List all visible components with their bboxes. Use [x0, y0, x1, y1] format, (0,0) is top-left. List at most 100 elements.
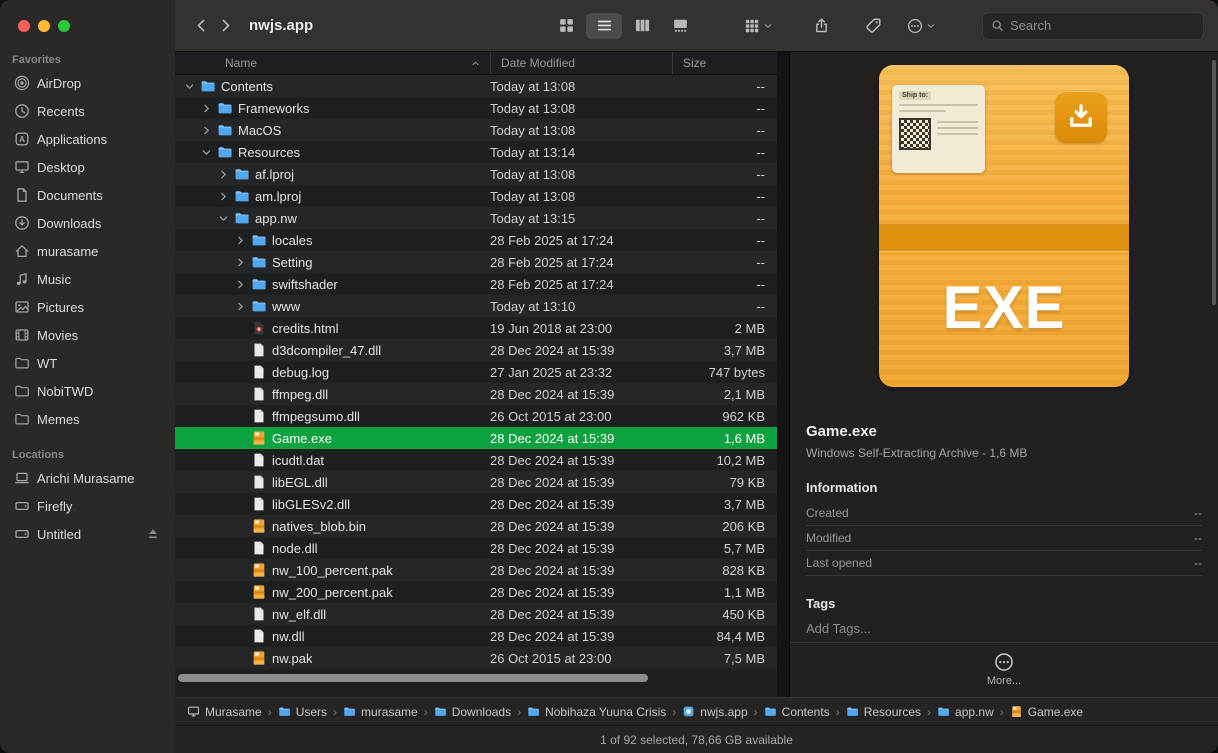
- sidebar-item-desktop[interactable]: Desktop: [6, 153, 169, 181]
- column-header-size[interactable]: Size: [672, 52, 777, 74]
- back-button[interactable]: [189, 14, 213, 38]
- icon-view-button[interactable]: [548, 13, 584, 39]
- table-row[interactable]: libEGL.dll28 Dec 2024 at 15:3979 KB: [175, 471, 777, 493]
- sidebar-item-recents[interactable]: Recents: [6, 97, 169, 125]
- path-item-users[interactable]: Users: [278, 705, 327, 719]
- sidebar-item-movies[interactable]: Movies: [6, 321, 169, 349]
- sidebar-item-murasame[interactable]: murasame: [6, 237, 169, 265]
- table-row[interactable]: natives_blob.bin28 Dec 2024 at 15:39206 …: [175, 515, 777, 537]
- path-item-murasame[interactable]: Murasame: [187, 705, 262, 719]
- more-icon[interactable]: [994, 652, 1014, 672]
- add-tags-field[interactable]: Add Tags...: [806, 621, 1202, 636]
- sidebar-item-airdrop[interactable]: AirDrop: [6, 69, 169, 97]
- path-item-app-nw[interactable]: app.nw: [937, 705, 994, 719]
- sidebar-item-music[interactable]: Music: [6, 265, 169, 293]
- name-cell: nw_200_percent.pak: [175, 584, 490, 600]
- search-input[interactable]: [1010, 18, 1195, 33]
- sidebar-item-arichi-murasame[interactable]: Arichi Murasame: [6, 464, 169, 492]
- table-row[interactable]: app.nwToday at 13:15--: [175, 207, 777, 229]
- sidebar-item-downloads[interactable]: Downloads: [6, 209, 169, 237]
- table-row[interactable]: node.dll28 Dec 2024 at 15:395,7 MB: [175, 537, 777, 559]
- table-row[interactable]: locales28 Feb 2025 at 17:24--: [175, 229, 777, 251]
- disclosure-triangle-icon[interactable]: [217, 190, 229, 202]
- disclosure-triangle-icon[interactable]: [200, 102, 212, 114]
- file-name: libEGL.dll: [272, 475, 328, 490]
- horizontal-scrollbar-thumb[interactable]: [178, 674, 648, 682]
- sidebar-item-untitled[interactable]: Untitled: [6, 520, 169, 548]
- forward-button[interactable]: [213, 14, 237, 38]
- table-row[interactable]: nw_100_percent.pak28 Dec 2024 at 15:3982…: [175, 559, 777, 581]
- name-cell: credits.html: [175, 320, 490, 336]
- disclosure-triangle-icon[interactable]: [200, 124, 212, 136]
- sidebar-item-wt[interactable]: WT: [6, 349, 169, 377]
- disclosure-triangle-icon[interactable]: [183, 80, 195, 92]
- file-date-modified: 28 Dec 2024 at 15:39: [490, 497, 672, 512]
- group-by-button[interactable]: [744, 18, 773, 34]
- sidebar-item-firefly[interactable]: Firefly: [6, 492, 169, 520]
- zoom-window-button[interactable]: [58, 20, 70, 32]
- table-row[interactable]: debug.log27 Jan 2025 at 23:32747 bytes: [175, 361, 777, 383]
- tags-button[interactable]: [855, 13, 891, 39]
- disclosure-triangle-icon[interactable]: [217, 168, 229, 180]
- pane-divider[interactable]: [777, 52, 789, 697]
- path-item-game-exe[interactable]: Game.exe: [1010, 705, 1083, 719]
- table-row[interactable]: libGLESv2.dll28 Dec 2024 at 15:393,7 MB: [175, 493, 777, 515]
- table-row[interactable]: swiftshader28 Feb 2025 at 17:24--: [175, 273, 777, 295]
- folder-icon: [527, 705, 540, 718]
- table-row[interactable]: icudtl.dat28 Dec 2024 at 15:3910,2 MB: [175, 449, 777, 471]
- search-field[interactable]: [982, 12, 1204, 40]
- sidebar-item-applications[interactable]: AApplications: [6, 125, 169, 153]
- status-bar: 1 of 92 selected, 78,66 GB available: [175, 725, 1218, 753]
- table-row[interactable]: nw_elf.dll28 Dec 2024 at 15:39450 KB: [175, 603, 777, 625]
- sidebar-item-documents[interactable]: Documents: [6, 181, 169, 209]
- path-item-nwjs-app[interactable]: nwjs.app: [682, 705, 747, 719]
- more-actions-button[interactable]: [907, 18, 936, 34]
- name-cell: Game.exe: [175, 430, 490, 446]
- list-view-button[interactable]: [586, 13, 622, 39]
- path-item-contents[interactable]: Contents: [764, 705, 830, 719]
- table-row[interactable]: ffmpeg.dll28 Dec 2024 at 15:392,1 MB: [175, 383, 777, 405]
- sidebar-item-nobitwd[interactable]: NobiTWD: [6, 377, 169, 405]
- table-row[interactable]: nw_200_percent.pak28 Dec 2024 at 15:391,…: [175, 581, 777, 603]
- table-row[interactable]: Game.exe28 Dec 2024 at 15:391,6 MB: [175, 427, 777, 449]
- table-row[interactable]: nw.pak26 Oct 2015 at 23:007,5 MB: [175, 647, 777, 669]
- file-size: 5,7 MB: [672, 541, 777, 556]
- preview-scrollbar-thumb[interactable]: [1212, 60, 1216, 305]
- table-row[interactable]: af.lprojToday at 13:08--: [175, 163, 777, 185]
- close-window-button[interactable]: [18, 20, 30, 32]
- table-row[interactable]: nw.dll28 Dec 2024 at 15:3984,4 MB: [175, 625, 777, 647]
- share-button[interactable]: [803, 13, 839, 39]
- path-item-nobihaza-yuuna-crisis[interactable]: Nobihaza Yuuna Crisis: [527, 705, 666, 719]
- disclosure-triangle-icon[interactable]: [200, 146, 212, 158]
- table-row[interactable]: ResourcesToday at 13:14--: [175, 141, 777, 163]
- table-row[interactable]: wwwToday at 13:10--: [175, 295, 777, 317]
- disclosure-triangle-icon[interactable]: [217, 212, 229, 224]
- disclosure-triangle-icon[interactable]: [234, 234, 246, 246]
- table-row[interactable]: d3dcompiler_47.dll28 Dec 2024 at 15:393,…: [175, 339, 777, 361]
- table-row[interactable]: MacOSToday at 13:08--: [175, 119, 777, 141]
- file-name: nw_100_percent.pak: [272, 563, 393, 578]
- disclosure-triangle-icon[interactable]: [234, 256, 246, 268]
- path-item-murasame[interactable]: murasame: [343, 705, 418, 719]
- table-row[interactable]: FrameworksToday at 13:08--: [175, 97, 777, 119]
- table-row[interactable]: ffmpegsumo.dll26 Oct 2015 at 23:00962 KB: [175, 405, 777, 427]
- table-row[interactable]: Setting28 Feb 2025 at 17:24--: [175, 251, 777, 273]
- sidebar-item-pictures[interactable]: Pictures: [6, 293, 169, 321]
- folder-icon: [434, 705, 447, 718]
- table-row[interactable]: ContentsToday at 13:08--: [175, 75, 777, 97]
- path-item-downloads[interactable]: Downloads: [434, 705, 511, 719]
- table-row[interactable]: am.lprojToday at 13:08--: [175, 185, 777, 207]
- table-row[interactable]: credits.html19 Jun 2018 at 23:002 MB: [175, 317, 777, 339]
- file-date-modified: 26 Oct 2015 at 23:00: [490, 409, 672, 424]
- minimize-window-button[interactable]: [38, 20, 50, 32]
- path-item-resources[interactable]: Resources: [846, 705, 921, 719]
- column-header-name[interactable]: Name: [175, 52, 490, 74]
- sidebar-item-memes[interactable]: Memes: [6, 405, 169, 433]
- column-view-button[interactable]: [624, 13, 660, 39]
- column-header-date-modified[interactable]: Date Modified: [490, 52, 672, 74]
- path-separator: ›: [333, 705, 337, 719]
- disclosure-triangle-icon[interactable]: [234, 300, 246, 312]
- file-date-modified: Today at 13:08: [490, 189, 672, 204]
- gallery-view-button[interactable]: [662, 13, 698, 39]
- disclosure-triangle-icon[interactable]: [234, 278, 246, 290]
